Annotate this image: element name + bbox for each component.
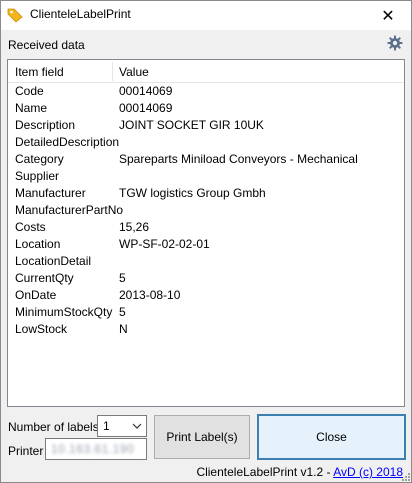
resize-grip-icon[interactable] xyxy=(400,471,410,481)
item-field-cell: MinimumStockQty xyxy=(15,305,113,319)
table-row[interactable]: Supplier xyxy=(8,168,404,185)
item-field-cell: Location xyxy=(15,237,61,251)
value-cell: WP-SF-02-02-01 xyxy=(119,237,210,251)
item-field-cell: ManufacturerPartNo xyxy=(15,203,124,217)
number-of-labels-select[interactable]: 1 xyxy=(97,415,147,437)
print-labels-button[interactable]: Print Label(s) xyxy=(154,415,250,459)
item-field-cell: Code xyxy=(15,84,44,98)
item-field-cell: LocationDetail xyxy=(15,254,92,268)
print-labels-button-label: Print Label(s) xyxy=(166,430,238,444)
printer-input[interactable]: 10.163.61.190 xyxy=(45,438,147,460)
table-row[interactable]: OnDate 2013-08-10 xyxy=(8,287,404,304)
value-cell: N xyxy=(119,322,128,336)
value-cell: 2013-08-10 xyxy=(119,288,181,302)
table-row[interactable]: Manufacturer TGW logistics Group Gmbh xyxy=(8,185,404,202)
item-field-cell: Name xyxy=(15,101,48,115)
table-row[interactable]: Description JOINT SOCKET GIR 10UK xyxy=(8,117,404,134)
number-of-labels-label: Number of labels xyxy=(8,420,99,434)
table-row[interactable]: CurrentQty 5 xyxy=(8,270,404,287)
data-grid[interactable]: Item field Value Code 00014069 Name 0001406… xyxy=(7,59,405,407)
printer-label: Printer xyxy=(8,444,44,458)
item-field-cell: LowStock xyxy=(15,322,68,336)
table-row[interactable]: DetailedDescription xyxy=(8,134,404,151)
item-field-cell: Description xyxy=(15,118,76,132)
table-row[interactable]: Name 00014069 xyxy=(8,100,404,117)
status-bar: ClienteleLabelPrint v1.2 - AvD (c) 2018 xyxy=(1,463,411,482)
tag-icon xyxy=(7,8,23,23)
grid-header: Item field Value xyxy=(8,60,404,83)
table-row[interactable]: ManufacturerPartNo xyxy=(8,202,404,219)
title-bar[interactable]: ClienteleLabelPrint ✕ xyxy=(1,1,411,30)
value-cell: 00014069 xyxy=(119,84,173,98)
table-row[interactable]: Location WP-SF-02-02-01 xyxy=(8,236,404,253)
item-field-cell: Supplier xyxy=(15,169,60,183)
value-cell: Spareparts Miniload Conveyors - Mechanic… xyxy=(119,152,358,166)
item-field-cell: DetailedDescription xyxy=(15,135,120,149)
app-window: ClienteleLabelPrint ✕ Received data Item… xyxy=(0,0,412,483)
window-title: ClienteleLabelPrint xyxy=(30,7,131,21)
column-header-item-field[interactable]: Item field xyxy=(15,65,64,79)
table-row[interactable]: LocationDetail xyxy=(8,253,404,270)
close-button-label: Close xyxy=(316,430,347,444)
item-field-cell: CurrentQty xyxy=(15,271,74,285)
item-field-cell: Costs xyxy=(15,220,46,234)
status-text: ClienteleLabelPrint v1.2 - AvD (c) 2018 xyxy=(196,465,403,479)
value-cell: 15,26 xyxy=(119,220,150,234)
column-header-value[interactable]: Value xyxy=(119,65,149,79)
version-text: ClienteleLabelPrint v1.2 - xyxy=(196,465,334,479)
column-separator xyxy=(112,62,113,81)
received-data-label: Received data xyxy=(8,38,85,52)
item-field-cell: OnDate xyxy=(15,288,57,302)
number-of-labels-value: 1 xyxy=(103,419,110,433)
item-field-cell: Manufacturer xyxy=(15,186,86,200)
table-row[interactable]: MinimumStockQty 5 xyxy=(8,304,404,321)
controls-area: Number of labels 1 Printer 10.163.61.190… xyxy=(1,408,411,463)
item-field-cell: Category xyxy=(15,152,64,166)
table-row[interactable]: Code 00014069 xyxy=(8,83,404,100)
table-row[interactable]: Costs 15,26 xyxy=(8,219,404,236)
printer-input-value: 10.163.61.190 xyxy=(51,442,135,456)
gear-icon[interactable] xyxy=(387,35,403,51)
chevron-down-icon xyxy=(132,423,142,429)
value-cell: 5 xyxy=(119,271,126,285)
value-cell: JOINT SOCKET GIR 10UK xyxy=(119,118,264,132)
author-link[interactable]: AvD (c) 2018 xyxy=(333,465,403,479)
window-close-button[interactable]: ✕ xyxy=(365,1,411,30)
value-cell: TGW logistics Group Gmbh xyxy=(119,186,266,200)
close-icon: ✕ xyxy=(381,6,395,25)
value-cell: 00014069 xyxy=(119,101,173,115)
table-row[interactable]: LowStock N xyxy=(8,321,404,338)
grid-rows: Code 00014069 Name 00014069 Description JOINT… xyxy=(8,83,404,338)
table-row[interactable]: Category Spareparts Miniload Conveyors - … xyxy=(8,151,404,168)
value-cell: 5 xyxy=(119,305,126,319)
close-button[interactable]: Close xyxy=(257,414,406,460)
